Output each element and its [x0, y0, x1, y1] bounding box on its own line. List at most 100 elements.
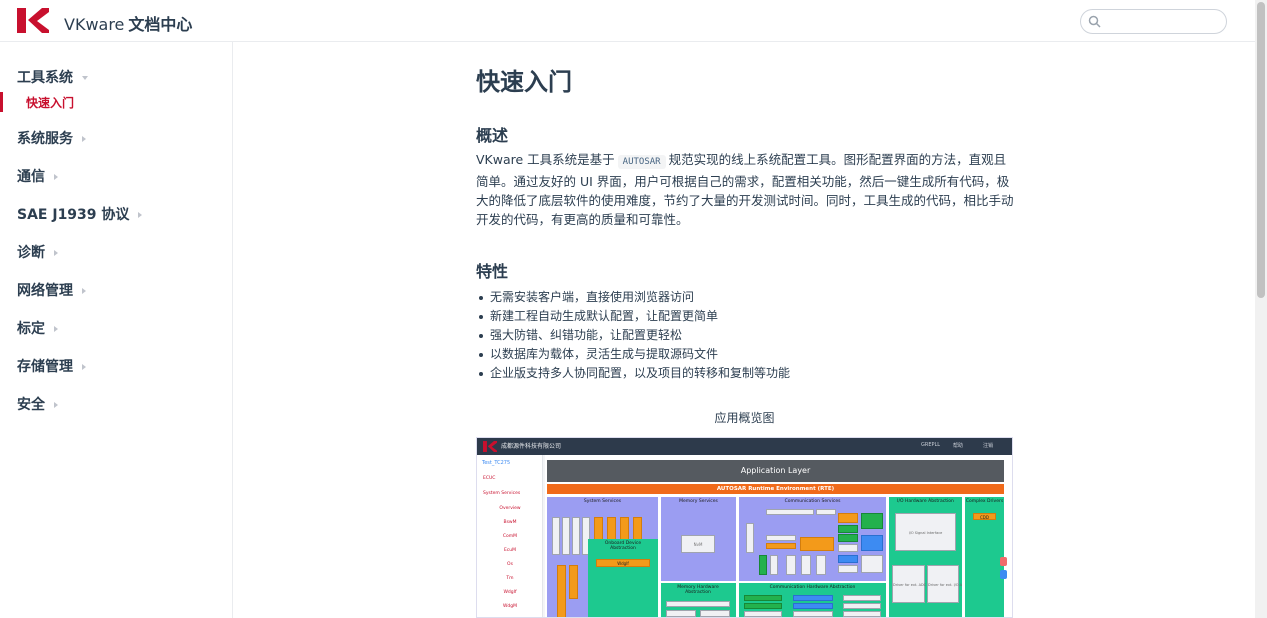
features-heading: 特性	[476, 262, 509, 281]
diagram-topbar: 成都源件科技有限公司 GREPLL 帮助 注销	[477, 438, 1012, 455]
io-signal-cell: I/O Signal Interface	[895, 513, 956, 551]
autosar-code: AUTOSAR	[617, 155, 666, 169]
module-cell	[816, 555, 826, 575]
module-cell	[793, 595, 833, 601]
top-header: VKware 文档中心	[0, 0, 1255, 42]
module-cell	[759, 555, 767, 575]
sidebar-group-label: 安全	[17, 397, 45, 413]
block-title: Onboard Device Abstraction	[604, 541, 642, 551]
sidebar: 工具系统 快速入门 系统服务 通信 SAE J1939 协议 诊断 网络管理 标…	[0, 42, 233, 618]
module-cell	[766, 509, 814, 515]
sidebar-group-label: 存储管理	[17, 359, 73, 375]
sidebar-group-label: 系统服务	[17, 131, 73, 147]
chevron-right-icon	[54, 402, 58, 408]
chevron-right-icon	[82, 288, 86, 294]
block-title: Communication Hardware Abstraction	[769, 585, 856, 590]
module-cell	[843, 595, 881, 601]
module-cell	[843, 611, 881, 617]
module-cell	[572, 517, 580, 555]
chevron-right-icon	[54, 250, 58, 256]
diagram-side-item: ECUC	[483, 476, 496, 481]
sidebar-group-label: 网络管理	[17, 283, 73, 299]
site-title[interactable]: VKware 文档中心	[64, 11, 192, 35]
block-title: I/O Hardware Abstraction	[897, 499, 954, 504]
diagram-sidebar: Test_TC275 ECUC System Services Overview…	[477, 455, 543, 617]
module-cell	[744, 595, 782, 601]
block-title: Communication Services	[784, 499, 841, 504]
diagram-project: Test_TC275	[482, 460, 511, 466]
diagram-side-item: WdgIf	[503, 590, 517, 595]
module-cell	[838, 565, 858, 573]
sidebar-item-label: 快速入门	[26, 96, 75, 110]
site-subtitle: 文档中心	[128, 15, 193, 34]
driver-cell: Driver for ext. ADC ASIC	[892, 565, 935, 603]
active-indicator	[0, 92, 3, 112]
diagram-link: 注销	[983, 443, 994, 449]
vkware-logo-icon[interactable]	[17, 8, 49, 33]
sidebar-group-tools[interactable]: 工具系统	[17, 67, 88, 87]
block-title: Complex Drivers	[965, 499, 1004, 504]
module-cell	[786, 555, 796, 575]
search-input[interactable]	[1105, 13, 1221, 31]
memory-hw-block: Memory Hardware Abstraction	[661, 583, 736, 617]
diagram-side-item: Overview	[499, 506, 521, 511]
sidebar-group-diagnostics[interactable]: 诊断	[17, 242, 58, 262]
sidebar-group-j1939[interactable]: SAE J1939 协议	[17, 204, 143, 224]
image-caption: 应用概览图	[714, 411, 775, 425]
diagram-side-item: BswM	[503, 520, 517, 525]
communication-services-block: Communication Services	[739, 497, 886, 581]
diagram-architecture: Application Layer AUTOSAR Runtime Enviro…	[545, 455, 1012, 617]
sidebar-item-quickstart[interactable]: 快速入门	[0, 91, 232, 113]
module-cell	[766, 543, 796, 549]
module-cell	[801, 555, 811, 575]
list-item: 新建工程自动生成默认配置，让配置更简单	[476, 307, 1016, 326]
vkware-logo-icon	[483, 441, 497, 452]
module-cell	[562, 517, 570, 555]
nvm-cell: NvM	[681, 535, 715, 553]
site-brand: VKware	[64, 15, 125, 34]
cdd-cell: CDD	[973, 513, 996, 520]
sidebar-group-network-management[interactable]: 网络管理	[17, 280, 86, 300]
list-item: 企业版支持多人协同配置，以及项目的转移和复制等功能	[476, 364, 1016, 383]
sidebar-group-communication[interactable]: 通信	[17, 166, 58, 186]
module-cell	[744, 611, 782, 617]
sidebar-group-storage[interactable]: 存储管理	[17, 356, 86, 376]
module-cell	[838, 544, 858, 552]
sidebar-group-security[interactable]: 安全	[17, 394, 58, 414]
page-scrollbar[interactable]	[1255, 0, 1267, 618]
sidebar-group-calibration[interactable]: 标定	[17, 318, 58, 338]
overview-paragraph: VKware 工具系统是基于 AUTOSAR 规范实现的线上系统配置工具。图形配置界…	[476, 150, 1016, 229]
sidebar-group-label: 工具系统	[17, 70, 73, 86]
features-list: 无需安装客户端，直接使用浏览器访问 新建工程自动生成默认配置，让配置更简单 强大…	[476, 288, 1016, 383]
sidebar-group-label: 通信	[17, 169, 45, 185]
overview-text-before: VKware 工具系统是基于	[476, 152, 615, 167]
module-cell	[838, 555, 858, 563]
diagram-side-item: EcuM	[503, 548, 517, 553]
diagram-link: GREPLL	[921, 442, 941, 448]
scrollbar-thumb[interactable]	[1257, 2, 1265, 298]
feedback-icon[interactable]	[1000, 557, 1007, 566]
module-cell	[666, 601, 730, 607]
chevron-right-icon	[138, 212, 143, 218]
module-cell	[861, 513, 883, 529]
overview-image: 成都源件科技有限公司 GREPLL 帮助 注销 Test_TC275 ECUC …	[476, 437, 1013, 618]
sidebar-group-label: 标定	[17, 321, 45, 337]
module-cell	[793, 603, 833, 609]
module-cell	[838, 525, 858, 533]
communication-hw-block: Communication Hardware Abstraction	[739, 583, 886, 617]
application-layer: Application Layer	[547, 460, 1004, 482]
search-icon	[1088, 15, 1101, 28]
plus-icon[interactable]	[1000, 570, 1007, 579]
block-title: Memory Services	[679, 499, 718, 504]
block-title: System Services	[583, 499, 622, 504]
module-cell	[861, 555, 883, 573]
wdgif-cell: WdgIf	[596, 559, 650, 567]
sidebar-group-system-services[interactable]: 系统服务	[17, 128, 86, 148]
module-cell	[700, 610, 730, 617]
chevron-right-icon	[82, 136, 86, 142]
page-title: 快速入门	[476, 68, 572, 96]
module-cell	[666, 610, 696, 617]
search-box[interactable]	[1080, 9, 1227, 34]
complex-drivers-block: Complex Drivers CDD	[965, 497, 1004, 617]
module-cell	[557, 565, 566, 617]
